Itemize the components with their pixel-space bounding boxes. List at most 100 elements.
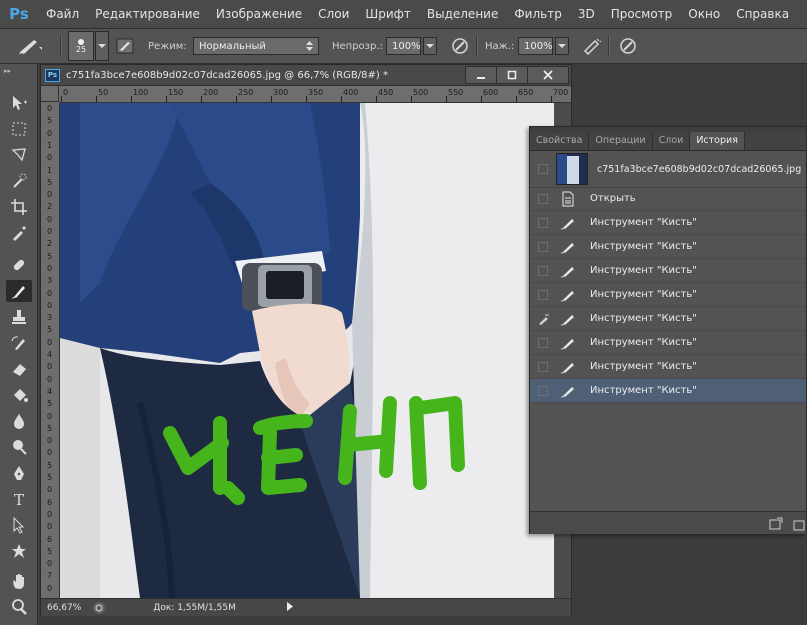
path-selection-tool-icon[interactable] (6, 514, 32, 536)
blur-tool-icon[interactable] (6, 410, 32, 432)
healing-brush-tool-icon[interactable] (6, 254, 32, 276)
menu-item[interactable]: Справка (728, 0, 797, 28)
history-source-checkbox[interactable] (538, 361, 548, 372)
history-source-checkbox[interactable] (538, 241, 548, 252)
clone-stamp-tool-icon[interactable] (6, 306, 32, 328)
ruler-tick (131, 96, 132, 102)
ruler-tick-label: 1 (47, 165, 53, 175)
quick-selection-tool-icon[interactable] (6, 170, 32, 192)
panel-tab[interactable]: Слои (653, 132, 691, 150)
close-button[interactable] (527, 66, 569, 84)
ruler-origin[interactable] (41, 86, 59, 102)
history-state[interactable]: Инструмент "Кисть" (530, 307, 806, 331)
history-source-checkbox[interactable] (538, 193, 548, 204)
ruler-tick-label: 6 (47, 534, 53, 544)
ruler-tick-label: 4 (47, 350, 53, 359)
menu-item[interactable]: Шрифт (357, 0, 419, 28)
history-brush-tool-icon[interactable] (6, 332, 32, 354)
status-menu-arrow-icon[interactable] (286, 601, 294, 614)
marquee-tool-icon[interactable] (6, 118, 32, 140)
history-source-checkbox[interactable] (538, 385, 548, 396)
ruler-tick-label: 0 (47, 509, 53, 519)
zoom-level[interactable]: 66,67% (47, 603, 81, 613)
menu-item[interactable]: Окно (680, 0, 728, 28)
pen-tool-icon[interactable] (6, 462, 32, 484)
pressure-opacity-icon[interactable] (449, 36, 471, 56)
menu-items: Файл Редактирование Изображение Слои Шрифт Вы… (38, 0, 797, 28)
photo (60, 103, 554, 598)
lasso-tool-icon[interactable] (6, 144, 32, 166)
flow-slider-button[interactable] (555, 37, 569, 55)
brush-icon (560, 335, 576, 351)
crop-tool-icon[interactable] (6, 196, 32, 218)
menu-item[interactable]: Просмотр (603, 0, 681, 28)
menu-item[interactable]: Слои (310, 0, 357, 28)
menu-item[interactable]: Изображение (208, 0, 310, 28)
history-state[interactable]: Инструмент "Кисть" (530, 259, 806, 283)
brush-panel-icon[interactable] (114, 36, 136, 56)
maximize-button[interactable] (496, 66, 528, 84)
status-options-icon[interactable] (93, 601, 106, 614)
ruler-tick-label: 0 (47, 288, 53, 298)
history-state[interactable]: Открыть (530, 187, 806, 211)
ps-document-icon: Ps (45, 68, 60, 82)
history-source-checkbox[interactable] (538, 337, 548, 348)
brush-tool-icon[interactable] (6, 280, 32, 302)
paint-bucket-tool-icon[interactable] (6, 384, 32, 406)
menu-bar: Ps Файл Редактирование Изображение Слои Шриф… (0, 0, 807, 28)
history-source-checkbox[interactable] (538, 314, 549, 325)
document-tab[interactable]: Ps c751fa3bce7e608b9d02c07dcad26065.jpg … (41, 65, 571, 86)
panel-tab[interactable]: Свойства (530, 132, 590, 150)
panel-tab[interactable]: История (690, 132, 745, 150)
menu-item[interactable]: 3D (570, 0, 603, 28)
hand-tool-icon[interactable] (6, 570, 32, 592)
history-state[interactable]: Инструмент "Кисть" (530, 283, 806, 307)
history-state-label: Инструмент "Кисть" (590, 241, 697, 252)
ruler-tick-label: 0 (47, 411, 53, 421)
minimize-button[interactable] (465, 66, 497, 84)
history-state-label: Открыть (590, 193, 636, 204)
maximize-icon (507, 70, 517, 80)
snapshot-source-checkbox[interactable] (538, 164, 548, 174)
image-canvas[interactable] (60, 103, 554, 598)
history-source-checkbox[interactable] (538, 265, 548, 276)
menu-item[interactable]: Файл (38, 0, 87, 28)
collapse-arrows-icon[interactable]: ▸▸ (4, 67, 11, 75)
opacity-slider-button[interactable] (423, 37, 437, 55)
snapshot-row[interactable]: c751fa3bce7e608b9d02c07dcad26065.jpg (530, 151, 806, 188)
history-state[interactable]: Инструмент "Кисть" (530, 379, 806, 403)
brush-tool-preset-icon[interactable] (16, 29, 42, 63)
chevron-down-icon[interactable] (95, 31, 109, 61)
history-state[interactable]: Инструмент "Кисть" (530, 331, 806, 355)
zoom-tool-icon[interactable] (6, 596, 32, 618)
new-document-from-state-icon[interactable] (768, 516, 784, 535)
history-state[interactable]: Инструмент "Кисть" (530, 211, 806, 235)
dodge-tool-icon[interactable] (6, 436, 32, 458)
move-tool-icon[interactable] (6, 92, 32, 114)
ruler-tick-label: 0 (47, 190, 53, 200)
history-source-checkbox[interactable] (538, 289, 548, 300)
ruler-tick-label: 0 (47, 362, 53, 372)
panel-tab[interactable]: Операции (589, 132, 653, 150)
new-snapshot-icon[interactable] (792, 516, 806, 535)
brush-size-picker[interactable]: 25 (68, 29, 109, 63)
ruler-tick-label: 0 (47, 559, 53, 569)
menu-item[interactable]: Фильтр (506, 0, 569, 28)
history-state[interactable]: Инструмент "Кисть" (530, 355, 806, 379)
history-state[interactable]: Инструмент "Кисть" (530, 235, 806, 259)
ruler-tick-label: 550 (448, 88, 464, 97)
type-tool-icon[interactable]: T (6, 488, 32, 510)
flow-input[interactable]: 100% (518, 37, 553, 55)
blend-mode-select[interactable]: Нормальный (193, 37, 319, 55)
history-source-checkbox[interactable] (538, 217, 548, 228)
history-state-label: Инструмент "Кисть" (590, 337, 697, 348)
eyedropper-tool-icon[interactable] (6, 222, 32, 244)
menu-item[interactable]: Редактирование (87, 0, 208, 28)
menu-item[interactable]: Выделение (419, 0, 506, 28)
opacity-input[interactable]: 100% (386, 37, 421, 55)
airbrush-icon[interactable] (581, 36, 603, 56)
custom-shape-tool-icon[interactable] (6, 540, 32, 562)
eraser-tool-icon[interactable] (6, 358, 32, 380)
brush-panel-toggle[interactable] (114, 29, 136, 63)
pressure-size-icon[interactable] (617, 36, 639, 56)
